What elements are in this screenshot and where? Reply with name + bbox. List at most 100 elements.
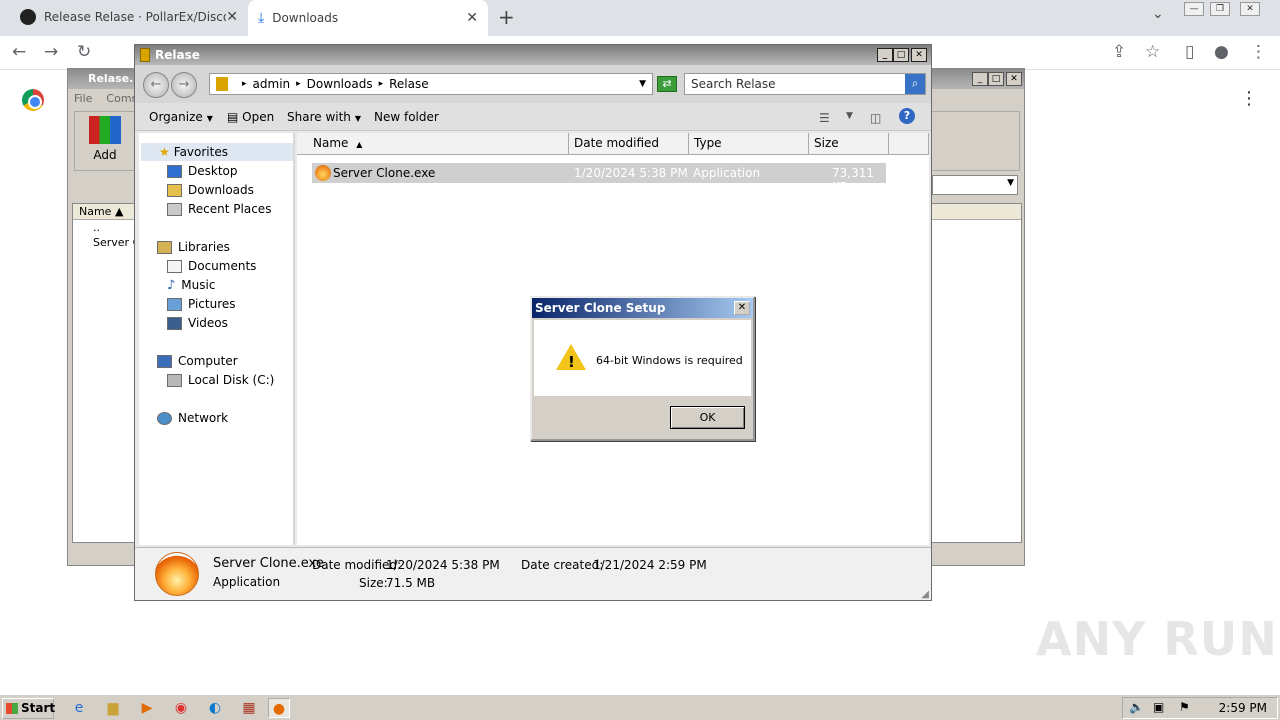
share-with-button[interactable]: Share with ▼: [287, 110, 361, 124]
resize-grip-icon[interactable]: ◢: [921, 589, 929, 600]
folder-icon: [216, 77, 228, 91]
winrar-path-dropdown[interactable]: ▼: [932, 175, 1018, 195]
open-button[interactable]: ▤ Open: [227, 110, 274, 124]
chevron-down-icon[interactable]: ⌄: [1152, 6, 1164, 22]
details-size: 71.5 MB: [386, 576, 436, 590]
nav-pictures[interactable]: Pictures: [167, 295, 236, 313]
search-input[interactable]: Search Relase ⌕: [684, 73, 926, 95]
edge-icon[interactable]: ◐: [204, 698, 226, 718]
chevron-down-icon[interactable]: ▼: [846, 111, 853, 121]
nav-desktop[interactable]: Desktop: [167, 162, 238, 180]
ok-button[interactable]: OK: [670, 406, 745, 429]
column-header-extra[interactable]: [889, 133, 929, 155]
network-tray-icon[interactable]: ▣: [1153, 700, 1164, 714]
column-header-date-modified[interactable]: Date modified: [569, 133, 689, 155]
preview-pane-icon[interactable]: ◫: [870, 111, 881, 125]
recent-places-icon: [167, 202, 182, 216]
github-icon: [20, 9, 36, 25]
back-icon[interactable]: ←: [12, 42, 26, 62]
refresh-button[interactable]: ⇄: [657, 76, 677, 92]
ie-icon[interactable]: e: [68, 698, 90, 718]
close-button[interactable]: ✕: [911, 48, 927, 62]
chrome-icon[interactable]: ◉: [170, 698, 192, 718]
chevron-right-icon[interactable]: ▸: [379, 79, 384, 89]
close-tab-icon[interactable]: ✕: [226, 9, 238, 25]
new-folder-button[interactable]: New folder: [374, 110, 439, 124]
documents-icon: [167, 259, 182, 273]
forward-button[interactable]: →: [171, 72, 197, 98]
nav-favorites[interactable]: ★ Favorites: [141, 143, 293, 161]
new-tab-button[interactable]: +: [498, 5, 515, 29]
menu-file[interactable]: File: [74, 92, 92, 105]
table-row[interactable]: Server Clone.exe 1/20/2024 5:38 PM Appli…: [312, 163, 886, 194]
close-tab-icon[interactable]: ✕: [466, 10, 478, 26]
profile-icon[interactable]: ●: [1214, 42, 1229, 62]
chevron-down-icon[interactable]: ▼: [639, 79, 646, 89]
forward-icon[interactable]: →: [44, 42, 58, 62]
close-button[interactable]: ✕: [1240, 2, 1260, 16]
minimize-button[interactable]: —: [1184, 2, 1204, 16]
breadcrumb-relase[interactable]: Relase: [389, 77, 429, 91]
setup-app-icon: [315, 165, 331, 181]
tab-downloads[interactable]: ⤓ Downloads ✕: [248, 0, 488, 36]
breadcrumb[interactable]: ▸ admin ▸ Downloads ▸ Relase ▼: [209, 73, 653, 95]
breadcrumb-downloads[interactable]: Downloads: [307, 77, 373, 91]
nav-videos[interactable]: Videos: [167, 314, 228, 332]
view-options-icon[interactable]: ☰: [819, 111, 830, 125]
nav-local-disk[interactable]: Local Disk (C:): [167, 371, 274, 389]
maximize-button[interactable]: □: [988, 72, 1004, 86]
help-icon[interactable]: ?: [899, 108, 915, 124]
dialog-message: 64-bit Windows is required: [596, 354, 743, 367]
back-button[interactable]: ←: [143, 72, 169, 98]
music-icon: ♪: [167, 277, 176, 293]
open-icon: ▤: [227, 110, 239, 124]
explorer-titlebar: Relase _ □ ✕: [135, 45, 931, 65]
setup-app-large-icon: [155, 552, 199, 596]
share-icon[interactable]: ⇪: [1112, 42, 1126, 62]
tab-title: Downloads: [272, 11, 339, 25]
column-header-type[interactable]: Type: [689, 133, 809, 155]
media-player-icon[interactable]: ▶: [136, 698, 158, 718]
nav-libraries[interactable]: Libraries: [157, 238, 230, 256]
winrar-add-button[interactable]: Add: [89, 116, 121, 162]
side-panel-icon[interactable]: ▯: [1185, 42, 1194, 62]
nav-documents[interactable]: Documents: [167, 257, 256, 275]
minimize-button[interactable]: _: [877, 48, 893, 62]
minimize-button[interactable]: _: [972, 72, 988, 86]
chevron-right-icon[interactable]: ▸: [242, 79, 247, 89]
file-date-modified: 1/20/2024 5:38 PM: [574, 166, 688, 180]
maximize-button[interactable]: □: [893, 48, 909, 62]
restore-button[interactable]: ❐: [1210, 2, 1230, 16]
column-header-name[interactable]: Name ▲: [297, 133, 569, 155]
flag-icon[interactable]: ⚑: [1179, 700, 1190, 714]
navigation-bar: ← → ▸ admin ▸ Downloads ▸ Relase ▼ ⇄ Sea…: [135, 65, 931, 103]
winrar-icon[interactable]: ▦: [238, 698, 260, 718]
drive-icon: [167, 373, 182, 387]
tab-title: Release Relase · PollarEx/Discord-Se: [44, 10, 226, 24]
reload-icon[interactable]: ↻: [77, 42, 91, 62]
explorer-icon[interactable]: ▆: [102, 698, 124, 718]
organize-button[interactable]: Organize ▼: [149, 110, 213, 124]
nav-recent-places[interactable]: Recent Places: [167, 200, 271, 218]
more-options-icon[interactable]: ⋮: [1240, 88, 1258, 109]
column-header-size[interactable]: Size: [809, 133, 889, 155]
nav-computer[interactable]: Computer: [157, 352, 238, 370]
search-icon[interactable]: ⌕: [905, 74, 925, 94]
close-button[interactable]: ✕: [1006, 72, 1022, 86]
pictures-icon: [167, 297, 182, 311]
libraries-icon: [157, 240, 172, 254]
nav-music[interactable]: ♪ Music: [167, 276, 215, 294]
star-icon[interactable]: ☆: [1145, 42, 1160, 62]
start-button[interactable]: Start: [2, 698, 55, 719]
breadcrumb-admin[interactable]: admin: [253, 77, 291, 91]
menu-icon[interactable]: ⋮: [1250, 42, 1267, 62]
server-clone-icon[interactable]: ●: [268, 698, 290, 718]
nav-network[interactable]: Network: [157, 409, 228, 427]
nav-downloads[interactable]: Downloads: [167, 181, 254, 199]
speaker-icon[interactable]: 🔈: [1129, 700, 1144, 714]
tab-github-release[interactable]: Release Relase · PollarEx/Discord-Se ✕: [10, 0, 248, 34]
close-button[interactable]: ✕: [734, 301, 750, 315]
chevron-right-icon[interactable]: ▸: [296, 79, 301, 89]
details-date-created: 1/21/2024 2:59 PM: [593, 558, 707, 572]
details-size-label: Size:: [359, 576, 388, 590]
